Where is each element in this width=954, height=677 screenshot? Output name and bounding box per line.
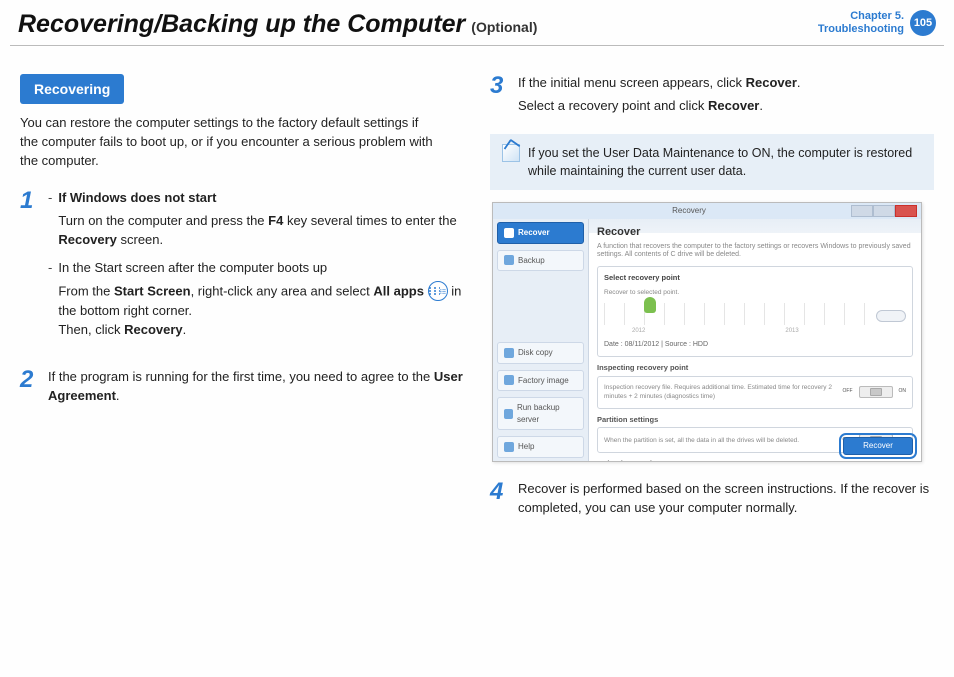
sidebar-item-factory[interactable]: Factory image [497,370,584,392]
minimize-icon[interactable] [851,205,873,217]
server-icon [504,409,513,419]
sidebar-label-recover: Recover [518,227,550,239]
step1a-post: screen. [117,232,163,247]
chapter-line1: Chapter 5. [818,10,904,23]
step2-post: . [116,388,120,403]
shot-main-desc: A function that recovers the computer to… [597,243,913,260]
sidebar-item-help[interactable]: Help [497,436,584,458]
recovery-app-screenshot: Recovery Recover Backup [492,202,922,462]
page-title: Recovering/Backing up the Computer [18,10,465,39]
step-number-1: 1 [20,189,38,350]
panel-partition-label: Partition settings [597,415,913,426]
sidebar-item-diskcopy[interactable]: Disk copy [497,342,584,364]
step3-l1-bold: Recover [746,75,797,90]
step3-l2-bold: Recover [708,98,759,113]
sidebar-label-factory: Factory image [518,375,569,387]
page-number-badge: 105 [910,10,936,36]
partition-row-text: When the partition is set, all the data … [604,436,837,445]
close-icon[interactable] [895,205,917,217]
panel-maintain-label: Maintain user data [597,459,913,461]
note-icon [502,144,520,162]
step1a-key-f4: F4 [268,213,283,228]
panel-inspect-label: Inspecting recovery point [597,363,913,374]
step3-l2-post: . [759,98,763,113]
step1b-l3-post: . [183,322,187,337]
sidebar-label-help: Help [518,441,534,453]
backup-icon [504,255,514,265]
inspect-row-text: Inspection recovery file. Requires addit… [604,383,837,402]
off-label: OFF [843,388,853,395]
sidebar-label-runserver: Run backup server [517,402,577,425]
chapter-line2: Troubleshooting [818,23,904,36]
step3-l2-pre: Select a recovery point and click [518,98,708,113]
step1b-l2-bold: All apps [373,284,424,299]
panel-select-point-label: Select recovery point [604,273,906,284]
step-number-4: 4 [490,480,508,518]
year-2012: 2012 [632,327,645,336]
sidebar-item-backup[interactable]: Backup [497,250,584,272]
shot-window-title: Recovery [672,205,706,217]
sidebar-label-backup: Backup [518,255,545,267]
recover-button[interactable]: Recover [843,437,913,455]
on-label: ON [899,388,907,395]
step4-text: Recover is performed based on the screen… [518,480,934,518]
sidebar-item-runserver[interactable]: Run backup server [497,397,584,430]
page-title-optional: (Optional) [471,19,537,35]
step2-pre: If the program is running for the first … [48,369,434,384]
step1b-intro: In the Start screen after the computer b… [58,260,327,275]
step1b-l3-pre: Then, click [58,322,124,337]
sidebar-label-diskcopy: Disk copy [518,347,553,359]
drive-select-button[interactable] [876,310,906,322]
step3-l1-pre: If the initial menu screen appears, clic… [518,75,746,90]
step-number-3: 3 [490,74,508,116]
step1b-l1-pre: From the [58,284,114,299]
note-callout: If you set the User Data Maintenance to … [490,134,934,190]
step1b-l1-bold: Start Screen [114,284,191,299]
note-text: If you set the User Data Maintenance to … [528,144,922,180]
recover-button-label: Recover [844,438,912,454]
all-apps-icon [428,281,448,301]
step1b-l3-bold: Recovery [124,322,183,337]
step1a-pre: Turn on the computer and press the [58,213,268,228]
step1b-l1-post: , right-click any area and select [191,284,374,299]
step1a-mid: key several times to enter the [283,213,456,228]
year-2013: 2013 [785,327,798,336]
disk-icon [504,348,514,358]
recover-icon [504,228,514,238]
step-number-2: 2 [20,368,38,406]
step1a-title: If Windows does not start [58,190,216,205]
timeline-marker[interactable] [644,297,656,313]
help-icon [504,442,514,452]
inspect-toggle[interactable] [859,386,893,398]
factory-icon [504,375,514,385]
sidebar-item-recover[interactable]: Recover [497,222,584,244]
maximize-icon[interactable] [873,205,895,217]
step3-l1-post: . [797,75,801,90]
intro-text: You can restore the computer settings to… [20,114,440,171]
section-heading: Recovering [20,74,124,104]
timeline[interactable] [604,303,870,325]
shot-main-title: Recover [597,225,913,241]
date-source-line: Date : 08/11/2012 | Source : HDD [604,340,906,350]
panel-select-point-sub: Recover to selected point. [604,288,906,297]
step1a-key-recovery: Recovery [58,232,117,247]
